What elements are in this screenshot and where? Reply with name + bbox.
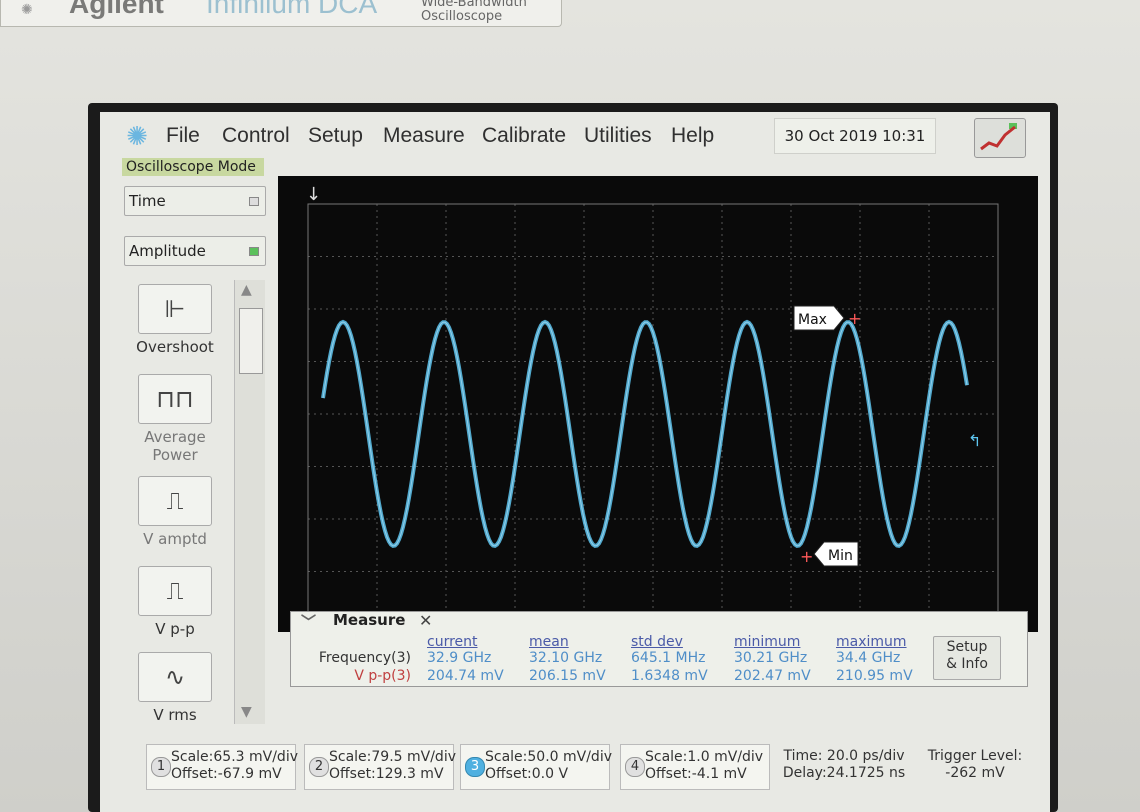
max-crosshair-icon: + [848,309,861,328]
tool-v-amptd[interactable]: ⎍ V amptd [130,476,220,548]
toolbar-scrollbar[interactable]: ▲ ▼ [234,280,265,724]
trigger-box[interactable]: Trigger Level: -262 mV [920,744,1030,792]
product-subtitle: Wide-Bandwidth Oscilloscope [421,0,527,24]
setup-info-button[interactable]: Setup & Info [933,636,1001,680]
menu-calibrate[interactable]: Calibrate [482,124,566,148]
level-marker-icon: ↰ [968,431,981,450]
tool-v-rms[interactable]: ∿ V rms [130,652,220,724]
v-amptd-icon: ⎍ [138,476,212,526]
channel-3-number: 3 [465,757,485,777]
vpp-minimum: 202.47 mV [734,668,811,684]
channel-3-box[interactable]: 3 Scale:50.0 mV/div Offset:0.0 V [460,744,612,790]
led-indicator-green [249,247,259,256]
row-label-frequency: Frequency(3) [318,650,411,666]
channel-4-box[interactable]: 4 Scale:1.0 mV/div Offset:-4.1 mV [620,744,770,790]
timebase-delay: Delay:24.1725 ns [782,765,906,781]
menu-setup[interactable]: Setup [308,124,363,148]
trigger-arrow-icon: ↓ [306,184,321,205]
freq-current: 32.9 GHz [427,650,492,666]
menu-file[interactable]: File [166,124,200,148]
vpp-maximum: 210.95 mV [836,668,913,684]
led-indicator [249,197,259,206]
run-status-button[interactable] [974,118,1026,158]
channel-4-number: 4 [625,757,645,777]
vpp-mean: 206.15 mV [529,668,606,684]
channel-2-offset: Offset:129.3 mV [329,766,444,782]
scroll-up-icon[interactable]: ▲ [241,282,252,298]
channel-1-box[interactable]: 1 Scale:65.3 mV/div Offset:-67.9 mV [146,744,298,790]
freq-mean: 32.10 GHz [529,650,603,666]
channel-3-offset: Offset:0.0 V [485,766,569,782]
status-bar: 1 Scale:65.3 mV/div Offset:-67.9 mV 2 Sca… [100,744,1050,796]
channel-1-scale: Scale:65.3 mV/div [171,749,298,765]
max-marker: Max [793,305,845,331]
freq-minimum: 30.21 GHz [734,650,808,666]
close-icon[interactable]: ✕ [419,611,432,630]
menu-control[interactable]: Control [222,124,290,148]
brand-name: Agilent [69,0,164,19]
min-marker: Min [813,541,859,567]
measurement-toolbar: ⊩ Overshoot ⊓⊓ Average Power ⎍ V amptd ⎍… [124,280,294,728]
channel-2-box[interactable]: 2 Scale:79.5 mV/div Offset:129.3 mV [304,744,456,790]
overshoot-icon: ⊩ [138,284,212,334]
menu-measure[interactable]: Measure [383,124,465,148]
menu-help[interactable]: Help [671,124,714,148]
collapse-chevron-icon[interactable]: ﹀ [301,611,316,632]
vpp-std-dev: 1.6348 mV [631,668,708,684]
channel-2-number: 2 [309,757,329,777]
min-marker-label: Min [828,548,853,564]
measure-tab[interactable]: ﹀ Measure ✕ [291,610,432,632]
v-rms-icon: ∿ [138,652,212,702]
channel-4-offset: Offset:-4.1 mV [645,766,747,782]
tool-overshoot[interactable]: ⊩ Overshoot [130,284,220,356]
brand-bar: ✺ Agilent Infiniium DCA Wide-Bandwidth O… [0,0,562,27]
tool-average-power[interactable]: ⊓⊓ Average Power [130,374,220,464]
trigger-value: -262 mV [945,765,1005,781]
oscilloscope-display: ✺ File Control Setup Measure Calibrate U… [100,112,1050,812]
vpp-current: 204.74 mV [427,668,504,684]
freq-std-dev: 645.1 MHz [631,650,706,666]
app-sun-icon[interactable]: ✺ [122,122,152,152]
waveform-svg: ↓ ↰ Max + Min + [306,184,999,625]
agilent-logo-icon: ✺ [21,2,33,18]
run-status-icon [980,123,1017,151]
product-name: Infiniium DCA [206,0,378,19]
scroll-down-icon[interactable]: ▼ [241,704,252,720]
waveform-plot[interactable]: ↓ ↰ Max + Min + [278,176,1038,632]
freq-maximum: 34.4 GHz [836,650,901,666]
oscilloscope-mode-badge: Oscilloscope Mode [122,158,264,176]
header-mean: mean [529,634,569,650]
v-pp-icon: ⎍ [138,566,212,616]
channel-4-scale: Scale:1.0 mV/div [645,749,764,765]
channel-1-number: 1 [151,757,171,777]
menu-utilities[interactable]: Utilities [584,124,652,148]
row-label-vpp: V p-p(3) [354,668,411,684]
header-current: current [427,634,478,650]
amplitude-select[interactable]: Amplitude [124,236,266,266]
channel-3-scale: Scale:50.0 mV/div [485,749,612,765]
scroll-thumb[interactable] [239,308,263,374]
timebase-time: Time: 20.0 ps/div [783,748,905,764]
trigger-label: Trigger Level: [927,748,1023,764]
max-marker-label: Max [798,312,827,328]
header-maximum: maximum [836,634,907,650]
channel-2-scale: Scale:79.5 mV/div [329,749,456,765]
min-crosshair-icon: + [800,547,813,566]
menu-bar: ✺ File Control Setup Measure Calibrate U… [100,112,1050,160]
header-std-dev: std dev [631,634,683,650]
time-select[interactable]: Time [124,186,266,216]
header-minimum: minimum [734,634,801,650]
timebase-box[interactable]: Time: 20.0 ps/div Delay:24.1725 ns [776,744,912,792]
measure-panel: ﹀ Measure ✕ current mean std dev minimum… [290,611,1028,687]
waveform-trace [321,319,969,549]
channel-1-offset: Offset:-67.9 mV [171,766,282,782]
date-time: 30 Oct 2019 10:31 [774,118,936,154]
average-power-icon: ⊓⊓ [138,374,212,424]
tool-v-pp[interactable]: ⎍ V p-p [130,566,220,638]
